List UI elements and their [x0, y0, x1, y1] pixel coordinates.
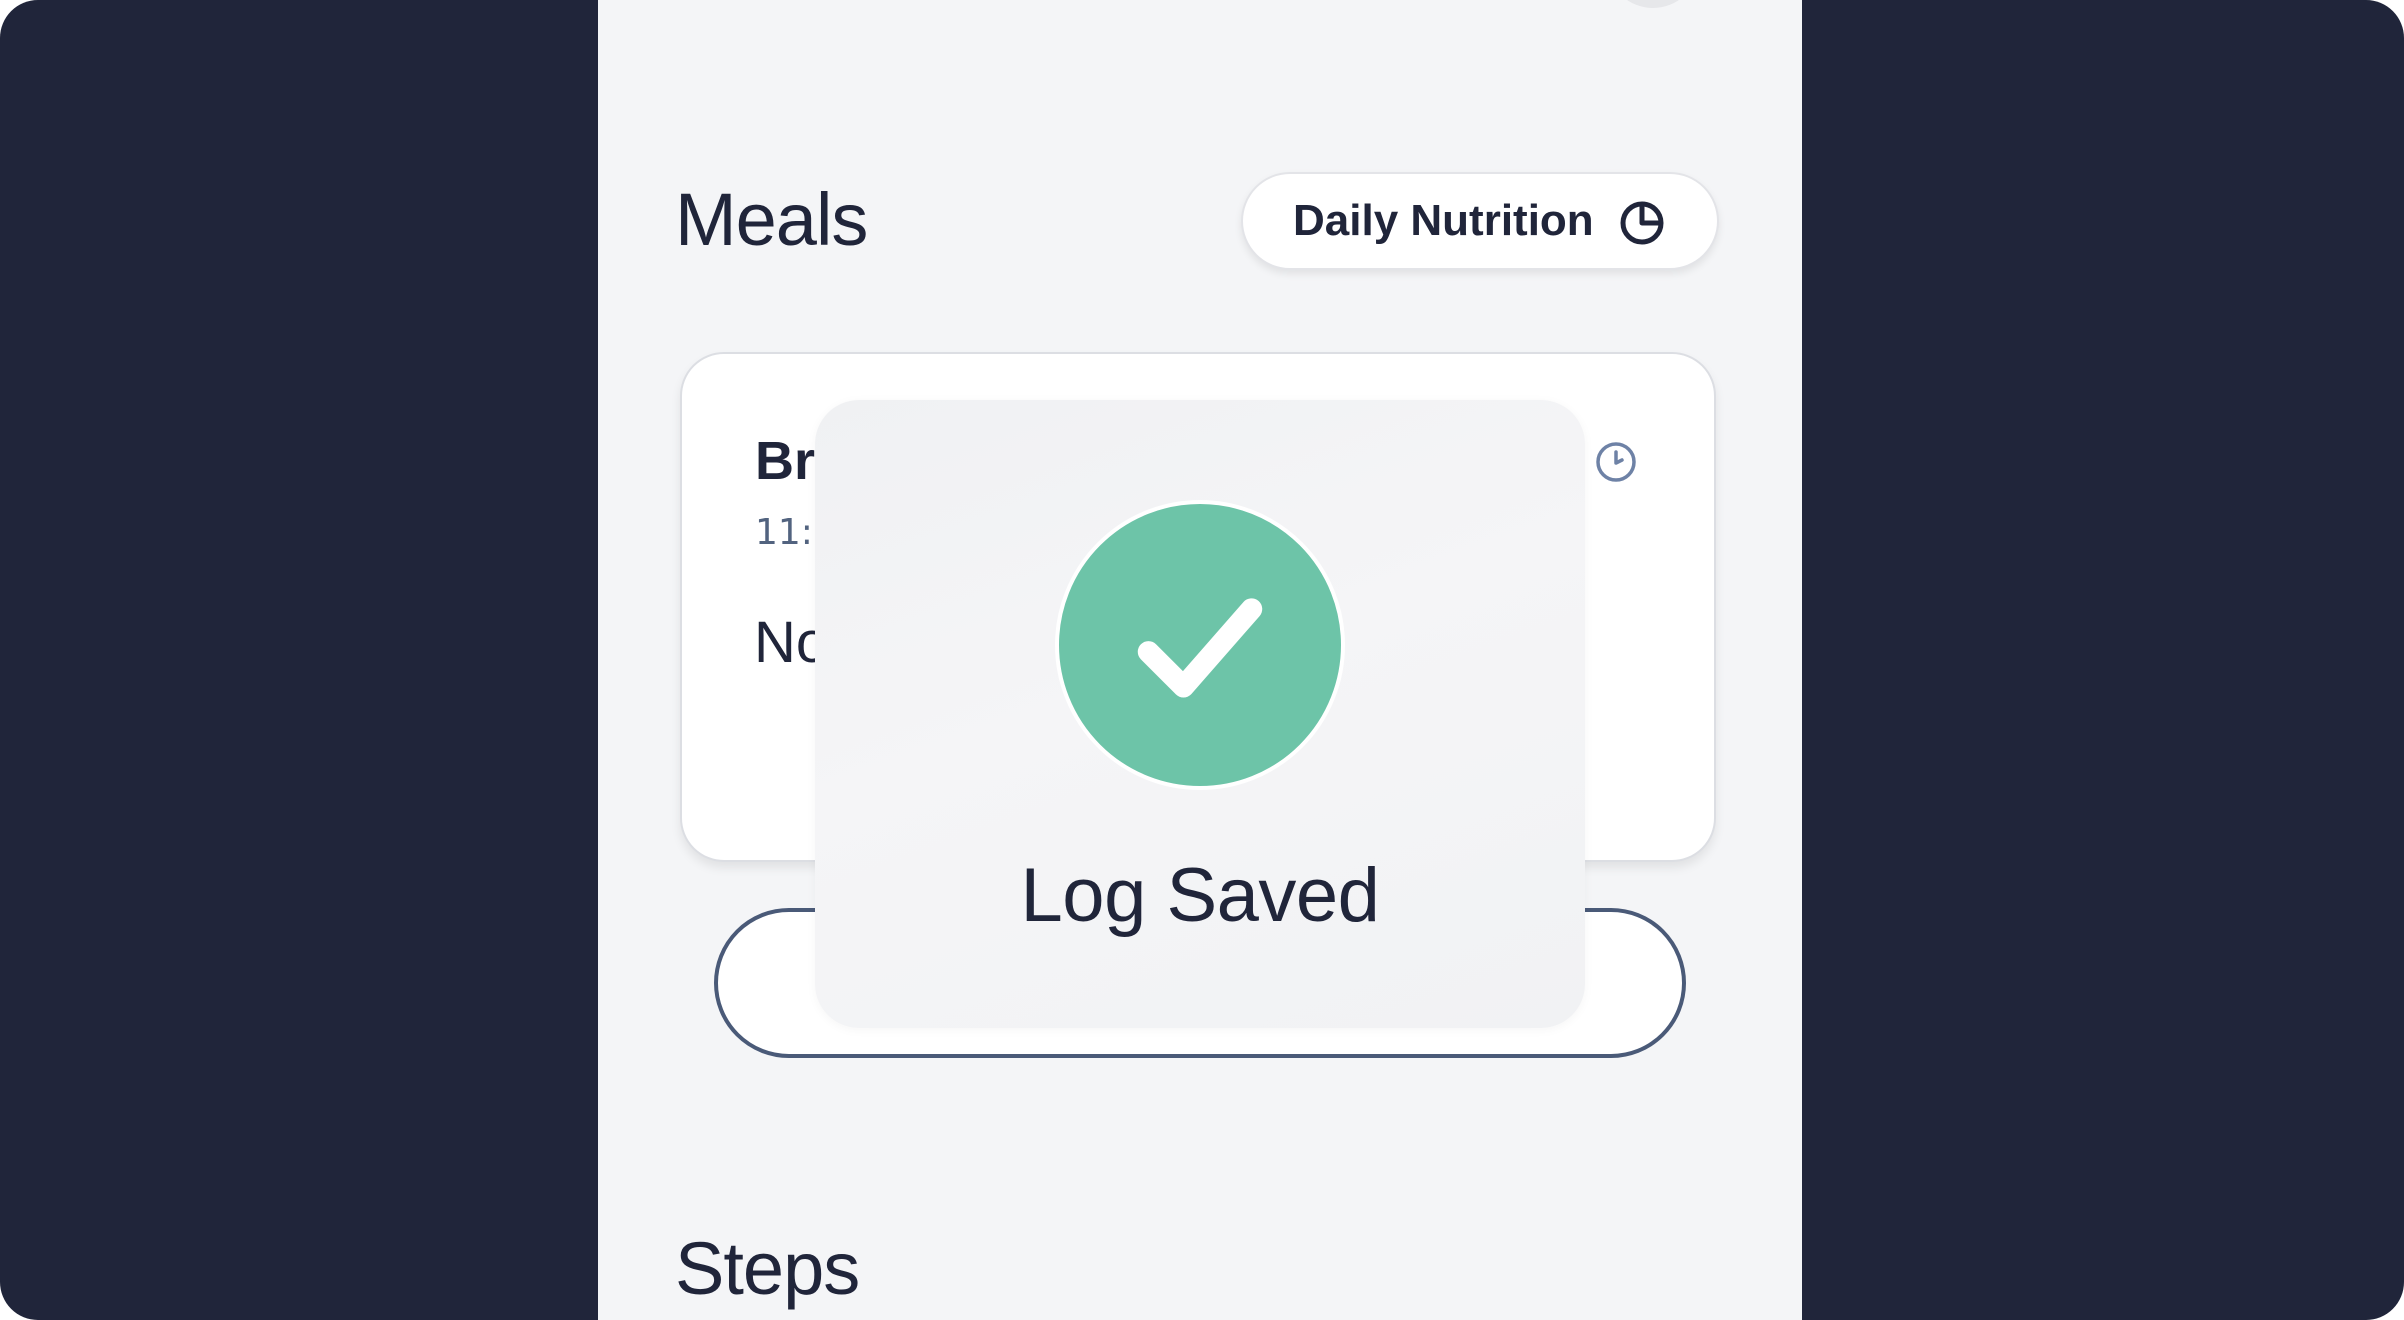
- daily-nutrition-button[interactable]: Daily Nutrition: [1241, 172, 1719, 270]
- meal-name: Br: [755, 431, 816, 491]
- app-frame: Meals Daily Nutrition Br 11:2 No Steps L…: [0, 0, 2404, 1320]
- pie-chart-icon: [1620, 201, 1664, 245]
- avatar[interactable]: [1608, 0, 1698, 8]
- meals-section-title: Meals: [675, 178, 868, 261]
- checkmark-icon: [1137, 598, 1263, 698]
- log-saved-toast: Log Saved: [815, 400, 1585, 1028]
- steps-section-title: Steps: [675, 1227, 860, 1310]
- success-circle: [1055, 500, 1345, 790]
- toast-message: Log Saved: [1020, 853, 1380, 938]
- daily-nutrition-label: Daily Nutrition: [1293, 196, 1594, 245]
- clock-icon[interactable]: [1594, 440, 1638, 484]
